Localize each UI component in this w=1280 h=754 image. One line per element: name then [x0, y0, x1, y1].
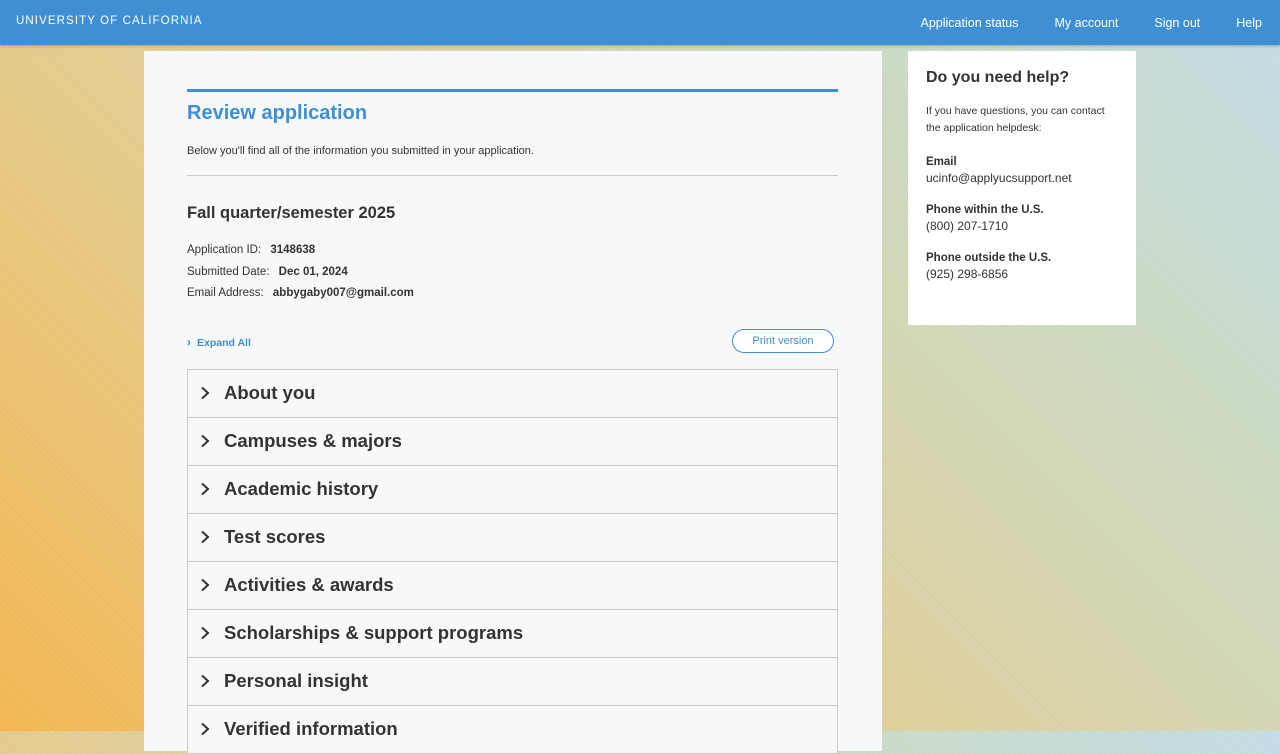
- section-label: Campuses & majors: [224, 430, 402, 452]
- title-rule: [187, 89, 838, 92]
- help-title: Do you need help?: [926, 69, 1118, 87]
- section-label: Verified information: [224, 718, 398, 740]
- email-address-row: Email Address: abbygaby007@gmail.com: [187, 283, 838, 305]
- application-id-label: Application ID:: [187, 244, 261, 256]
- help-phone-us-label: Phone within the U.S.: [926, 204, 1118, 216]
- section-divider: [187, 175, 838, 176]
- chevron-right-icon: [198, 434, 212, 448]
- review-toolbar: › Expand All Print version: [187, 329, 838, 355]
- application-sections-accordion: About you Campuses & majors Academic his…: [187, 369, 838, 754]
- nav-sign-out[interactable]: Sign out: [1154, 16, 1200, 30]
- nav-application-status[interactable]: Application status: [921, 16, 1019, 30]
- review-content: Review application Below you'll find all…: [187, 89, 838, 754]
- application-id-value: 3148638: [270, 244, 315, 256]
- top-navigation-bar: UNIVERSITY OF CALIFORNIA Application sta…: [0, 0, 1280, 45]
- help-phone-us-value[interactable]: (800) 207-1710: [926, 219, 1118, 233]
- nav-help[interactable]: Help: [1236, 16, 1262, 30]
- chevron-right-icon: [198, 722, 212, 736]
- application-meta: Application ID: 3148638 Submitted Date: …: [187, 240, 838, 305]
- section-label: Scholarships & support programs: [224, 622, 523, 644]
- chevron-right-icon: [198, 578, 212, 592]
- nav-my-account[interactable]: My account: [1054, 16, 1118, 30]
- chevron-right-icon: ›: [187, 335, 191, 349]
- chevron-right-icon: [198, 482, 212, 496]
- section-personal-insight[interactable]: Personal insight: [188, 658, 837, 706]
- email-address-label: Email Address:: [187, 287, 264, 299]
- section-label: Academic history: [224, 478, 378, 500]
- submitted-date-row: Submitted Date: Dec 01, 2024: [187, 262, 838, 284]
- chevron-right-icon: [198, 530, 212, 544]
- section-activities-awards[interactable]: Activities & awards: [188, 562, 837, 610]
- section-verified-information[interactable]: Verified information: [188, 706, 837, 754]
- review-application-panel: Review application Below you'll find all…: [144, 51, 882, 751]
- expand-all-label: Expand All: [197, 337, 251, 349]
- section-test-scores[interactable]: Test scores: [188, 514, 837, 562]
- application-term: Fall quarter/semester 2025: [187, 204, 838, 223]
- print-version-button[interactable]: Print version: [732, 329, 834, 353]
- expand-all-link[interactable]: › Expand All: [187, 335, 251, 349]
- application-id-row: Application ID: 3148638: [187, 240, 838, 262]
- submitted-date-value: Dec 01, 2024: [279, 266, 348, 278]
- submitted-date-label: Submitted Date:: [187, 266, 269, 278]
- help-content: Do you need help? If you have questions,…: [908, 51, 1136, 281]
- university-brand[interactable]: UNIVERSITY OF CALIFORNIA: [16, 15, 203, 27]
- section-label: Activities & awards: [224, 574, 394, 596]
- section-about-you[interactable]: About you: [188, 370, 837, 418]
- section-campuses-majors[interactable]: Campuses & majors: [188, 418, 837, 466]
- help-email-value[interactable]: ucinfo@applyucsupport.net: [926, 171, 1118, 185]
- chevron-right-icon: [198, 674, 212, 688]
- section-label: Personal insight: [224, 670, 368, 692]
- help-panel: Do you need help? If you have questions,…: [908, 51, 1136, 325]
- header-nav: Application status My account Sign out H…: [921, 0, 1280, 45]
- chevron-right-icon: [198, 626, 212, 640]
- email-address-value: abbygaby007@gmail.com: [273, 287, 414, 299]
- intro-text: Below you'll find all of the information…: [187, 145, 838, 157]
- help-email-label: Email: [926, 156, 1118, 168]
- help-phone-intl-label: Phone outside the U.S.: [926, 252, 1118, 264]
- help-phone-intl-value[interactable]: (925) 298-6856: [926, 267, 1118, 281]
- section-scholarships[interactable]: Scholarships & support programs: [188, 610, 837, 658]
- section-label: Test scores: [224, 526, 325, 548]
- help-text: If you have questions, you can contact t…: [926, 103, 1118, 137]
- section-academic-history[interactable]: Academic history: [188, 466, 837, 514]
- chevron-right-icon: [198, 386, 212, 400]
- page-title: Review application: [187, 102, 838, 125]
- section-label: About you: [224, 382, 315, 404]
